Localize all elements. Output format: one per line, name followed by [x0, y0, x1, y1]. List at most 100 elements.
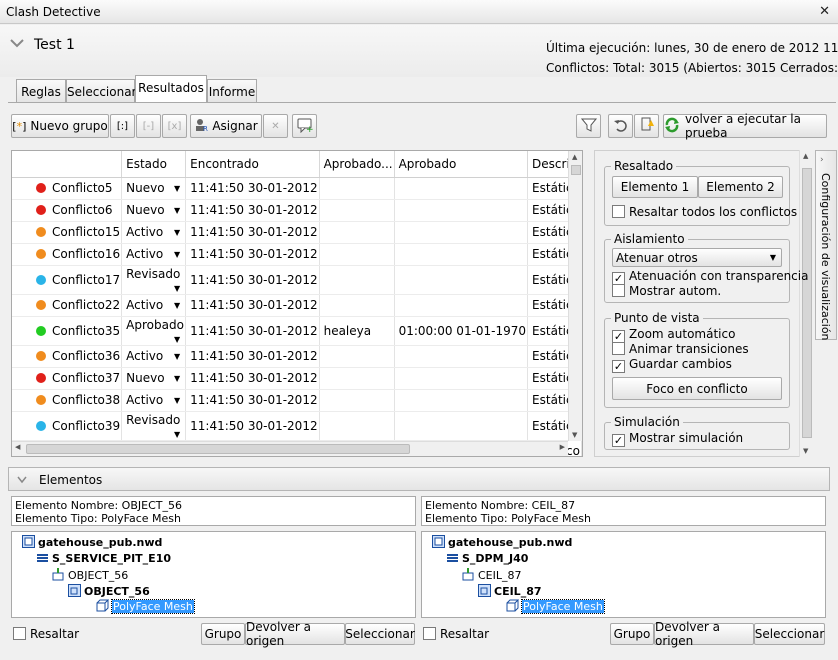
highlight-item1-button[interactable]: Elemento 1 [612, 176, 698, 198]
column-found[interactable]: Encontrado [185, 151, 320, 178]
status-dropdown-icon[interactable]: ▼ [174, 301, 180, 310]
table-row[interactable]: Conflicto17 Revisado ▼ 11:41:50 30-01-2012 E… [12, 265, 582, 295]
auto-zoom-row[interactable]: ✓ Zoom automático [612, 327, 735, 343]
tree-node-mesh[interactable]: PolyFace Mesh [96, 599, 195, 614]
status-cell[interactable]: Revisado ▼ [121, 265, 187, 295]
tab-report[interactable]: Informe [207, 79, 257, 103]
highlight-item2-button[interactable]: Elemento 2 [698, 176, 783, 198]
scroll-right-icon[interactable]: ▶ [560, 443, 565, 451]
tree-node-mesh[interactable]: PolyFace Mesh [506, 599, 605, 614]
table-row[interactable]: Conflicto38 Activo ▼ 11:41:50 30-01-2012 Est… [12, 389, 582, 412]
status-cell[interactable]: Activo ▼ [121, 345, 187, 368]
element2-group-button[interactable]: Grupo [610, 623, 654, 645]
tree-node-layer[interactable]: S_SERVICE_PIT_E10 [36, 551, 171, 565]
save-changes-row[interactable]: ✓ Guardar cambios [612, 357, 732, 373]
element2-tree[interactable]: gatehouse_pub.nwd S_DPM_J40 CEIL_87 CEIL… [421, 531, 826, 618]
table-row[interactable]: Conflicto6 Nuevo ▼ 11:41:50 30-01-2012 Estát… [12, 199, 582, 222]
element1-tree[interactable]: gatehouse_pub.nwd S_SERVICE_PIT_E10 OBJE… [11, 531, 416, 618]
status-cell[interactable]: Activo ▼ [121, 243, 187, 266]
auto-show-checkbox[interactable] [612, 284, 625, 297]
status-cell[interactable]: Aprobado ▼ [121, 316, 187, 346]
status-cell[interactable]: Activo ▼ [121, 294, 187, 317]
status-dropdown-icon[interactable]: ▼ [174, 374, 180, 383]
tree-node-group[interactable]: OBJECT_56 [52, 568, 128, 582]
tab-results[interactable]: Resultados [135, 75, 207, 103]
settings-scroll-thumb[interactable] [802, 168, 812, 438]
status-cell[interactable]: Activo ▼ [121, 389, 187, 412]
tab-rules[interactable]: Reglas [16, 79, 66, 103]
table-row[interactable]: Conflicto36 Activo ▼ 11:41:50 30-01-2012 Est… [12, 345, 582, 368]
highlight-all-row[interactable]: Resaltar todos los conflictos [612, 205, 797, 219]
reset-button[interactable] [608, 114, 633, 138]
auto-show-row[interactable]: Mostrar autom. [612, 284, 721, 298]
table-vertical-scrollbar[interactable]: ▲ ▼ [568, 151, 582, 441]
rerun-test-button[interactable]: volver a ejecutar la prueba [663, 112, 827, 140]
tree-node-object[interactable]: OBJECT_56 [68, 584, 150, 598]
remove-from-group-button[interactable]: [x] [162, 114, 187, 138]
settings-scrollbar[interactable]: ▲ ▼ [799, 150, 813, 457]
status-dropdown-icon[interactable]: ▼ [174, 284, 180, 293]
results-table[interactable]: Estado Encontrado Aprobado... Aprobado D… [11, 150, 583, 457]
status-dropdown-icon[interactable]: ▼ [174, 430, 180, 439]
element1-group-button[interactable]: Grupo [201, 623, 245, 645]
status-dropdown-icon[interactable]: ▼ [174, 206, 180, 215]
tree-node-file[interactable]: gatehouse_pub.nwd [22, 535, 162, 549]
filter-button[interactable] [576, 114, 601, 138]
tree-node-file[interactable]: gatehouse_pub.nwd [432, 535, 572, 549]
column-approved-by[interactable]: Aprobado... [319, 151, 395, 178]
element2-select-button[interactable]: Seleccionar [754, 623, 825, 645]
highlight-all-checkbox[interactable] [612, 205, 625, 218]
status-cell[interactable]: Revisado ▼ [121, 411, 187, 441]
transparency-row[interactable]: ✓ Atenuación con transparencia [612, 269, 808, 285]
settings-scroll-down-icon[interactable]: ▼ [803, 447, 808, 455]
focus-clash-button[interactable]: Foco en conflicto [612, 377, 782, 400]
status-cell[interactable]: Nuevo ▼ [121, 367, 187, 390]
show-simulation-checkbox[interactable]: ✓ [612, 434, 625, 447]
column-status[interactable]: Estado [121, 151, 187, 178]
status-dropdown-icon[interactable]: ▼ [174, 250, 180, 259]
collapse-chevron-icon[interactable] [10, 36, 24, 52]
scroll-down-icon[interactable]: ▼ [572, 431, 577, 439]
tree-node-layer[interactable]: S_DPM_J40 [446, 551, 528, 565]
display-settings-side-tab[interactable]: › Configuración de visualización [815, 150, 837, 341]
compact-button[interactable] [634, 114, 659, 138]
element2-return-button[interactable]: Devolver a origen [654, 620, 754, 648]
unassign-button[interactable]: ✕ [263, 114, 288, 138]
vertical-scroll-thumb[interactable] [571, 165, 581, 175]
assign-button[interactable]: R Asignar [190, 114, 262, 138]
element1-return-button[interactable]: Devolver a origen [245, 620, 345, 648]
status-dropdown-icon[interactable]: ▼ [174, 352, 180, 361]
column-approved[interactable]: Aprobado [394, 151, 529, 178]
tree-node-object[interactable]: CEIL_87 [478, 584, 542, 598]
elements-header[interactable]: Elementos [8, 467, 830, 491]
tree-node-group[interactable]: CEIL_87 [462, 568, 522, 582]
table-horizontal-scrollbar[interactable]: ◀ ▶ [12, 441, 568, 456]
status-dropdown-icon[interactable]: ▼ [174, 396, 180, 405]
element2-highlight-row[interactable]: Resaltar [423, 627, 489, 641]
status-dropdown-icon[interactable]: ▼ [174, 228, 180, 237]
group-selected-button[interactable]: [:] [110, 114, 135, 138]
table-row[interactable]: Conflicto5 Nuevo ▼ 11:41:50 30-01-2012 Estát… [12, 177, 582, 200]
status-cell[interactable]: Nuevo ▼ [121, 177, 187, 200]
add-comment-button[interactable]: + [292, 114, 317, 138]
animate-row[interactable]: Animar transiciones [612, 342, 749, 356]
table-row[interactable]: Conflicto15 Activo ▼ 11:41:50 30-01-2012 Est… [12, 221, 582, 244]
horizontal-scroll-thumb[interactable] [26, 444, 410, 454]
table-row[interactable]: Conflicto37 Nuevo ▼ 11:41:50 30-01-2012 Está… [12, 367, 582, 390]
element1-select-button[interactable]: Seleccionar [345, 623, 415, 645]
animate-checkbox[interactable] [612, 342, 625, 355]
ungroup-button[interactable]: [-] [136, 114, 161, 138]
column-name[interactable] [12, 151, 123, 178]
close-icon[interactable]: ✕ [819, 4, 830, 19]
element2-highlight-checkbox[interactable] [423, 627, 436, 640]
tab-select[interactable]: Seleccionar [66, 79, 136, 103]
status-cell[interactable]: Nuevo ▼ [121, 199, 187, 222]
table-row[interactable]: Conflicto22 Activo ▼ 11:41:50 30-01-2012 Est… [12, 294, 582, 317]
table-row[interactable]: Conflicto16 Activo ▼ 11:41:50 30-01-2012 Est… [12, 243, 582, 266]
element1-highlight-row[interactable]: Resaltar [13, 627, 79, 641]
element1-highlight-checkbox[interactable] [13, 627, 26, 640]
new-group-button[interactable]: [*] Nuevo grupo [11, 114, 109, 138]
settings-scroll-up-icon[interactable]: ▲ [803, 152, 808, 160]
table-row[interactable]: Conflicto35 Aprobado ▼ 11:41:50 30-01-2012 h… [12, 316, 582, 346]
table-row[interactable]: Conflicto39 Revisado ▼ 11:41:50 30-01-2012 E… [12, 411, 582, 441]
